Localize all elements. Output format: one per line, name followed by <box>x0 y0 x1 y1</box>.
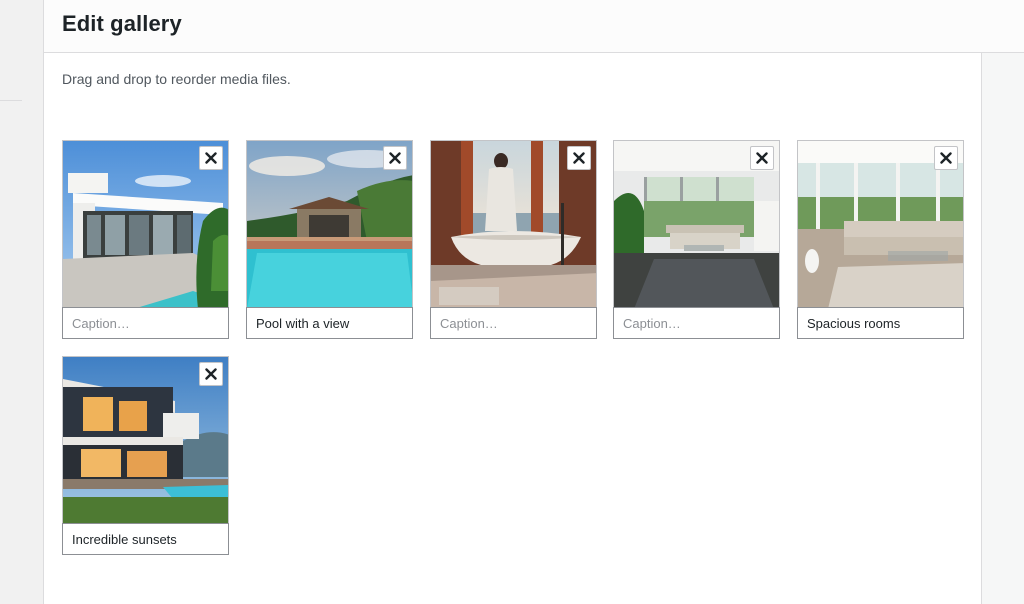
remove-item-button[interactable] <box>567 146 591 170</box>
left-rail <box>0 0 44 604</box>
remove-item-button[interactable] <box>750 146 774 170</box>
modal-header: Edit gallery <box>44 0 1024 53</box>
gallery-item[interactable] <box>246 140 413 339</box>
remove-item-button[interactable] <box>199 146 223 170</box>
close-icon <box>573 152 585 164</box>
close-icon <box>205 368 217 380</box>
gallery-item[interactable] <box>613 140 780 339</box>
page-title: Edit gallery <box>62 11 182 36</box>
caption-input[interactable] <box>613 307 780 339</box>
close-icon <box>389 152 401 164</box>
caption-input[interactable] <box>430 307 597 339</box>
edit-gallery-modal: Edit gallery Drag and drop to reorder me… <box>44 0 1024 604</box>
gallery-item[interactable] <box>430 140 597 339</box>
remove-item-button[interactable] <box>934 146 958 170</box>
divider <box>0 100 22 101</box>
remove-item-button[interactable] <box>383 146 407 170</box>
gallery-item[interactable] <box>62 356 229 555</box>
close-icon <box>205 152 217 164</box>
gallery-thumbnail[interactable] <box>246 140 413 308</box>
gallery-item[interactable] <box>62 140 229 339</box>
settings-sidebar <box>981 53 1024 604</box>
caption-input[interactable] <box>246 307 413 339</box>
gallery-thumbnail[interactable] <box>613 140 780 308</box>
gallery-thumbnail[interactable] <box>430 140 597 308</box>
gallery-item[interactable] <box>797 140 964 339</box>
close-icon <box>940 152 952 164</box>
gallery-thumbnail[interactable] <box>797 140 964 308</box>
caption-input[interactable] <box>62 523 229 555</box>
gallery-thumbnail[interactable] <box>62 140 229 308</box>
caption-input[interactable] <box>62 307 229 339</box>
caption-input[interactable] <box>797 307 964 339</box>
instructions-text: Drag and drop to reorder media files. <box>62 71 291 87</box>
close-icon <box>756 152 768 164</box>
remove-item-button[interactable] <box>199 362 223 386</box>
gallery-thumbnail[interactable] <box>62 356 229 524</box>
